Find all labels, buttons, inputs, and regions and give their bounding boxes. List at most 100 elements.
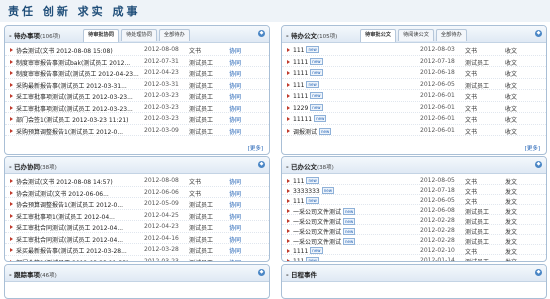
followup-panel: - 跟踪事项(46项) ◆ [4, 264, 270, 299]
item-title[interactable]: 采工审批事项测试(测试员工 2012-03-23... [16, 104, 133, 113]
list-item[interactable]: 采工审批事项测试(测试员工 2012-03-23... 2012-03-23 测试员… [5, 102, 269, 113]
list-item[interactable]: 协会预算调整报告1(测试员工 2012-0... 2012-05-09 测试员工 协同 [5, 198, 269, 210]
item-type[interactable]: 协同 [229, 115, 241, 124]
item-type[interactable]: 协同 [229, 189, 241, 198]
list-item[interactable]: 采工审批事项1(测试员工 2012-04... 2012-04-25 测试员工 协同 [5, 210, 269, 221]
item-title[interactable]: 1111 new [293, 92, 323, 100]
list-item[interactable]: 部门会签1(测试员工 2012-03-23 11:21) 2012-03-23 测试… [5, 113, 269, 125]
list-item[interactable]: 1111 new 2012-02-10 文书 发文 [282, 245, 546, 256]
new-badge-icon: new [310, 247, 323, 254]
item-date: 2012-02-28 [420, 217, 455, 224]
list-item[interactable]: 调报测试 new 2012-06-01 文书 收文 [282, 125, 546, 136]
item-title[interactable]: 部门会签1(测试员工 2012-03-23 11:33) [16, 258, 128, 262]
tab-pending-approval-docs[interactable]: 待审批公文 [360, 29, 396, 42]
list-item[interactable]: 采购预算调整报告1(测试员工 2012-0... 2012-03-09 测试员工 协同 [5, 125, 269, 136]
item-type[interactable]: 协同 [229, 258, 241, 262]
item-date: 2012-08-05 [420, 177, 455, 184]
bullet-icon [10, 94, 13, 98]
list-item[interactable]: 制度审审报告事测试(测试员工 2012-04-23... 2012-04-23 测试… [5, 67, 269, 79]
item-title[interactable]: 调报测试 new [293, 127, 332, 136]
list-item[interactable]: 采工审批合同测试(测试员工 2012-04... 2012-04-16 测试员工 协同 [5, 233, 269, 244]
panel-header: - 日程事件 ◆ [282, 265, 546, 282]
collapse-icon[interactable]: ◆ [535, 30, 542, 37]
item-title[interactable]: 制度审审报告事测试bak(测试员工 2012... [16, 58, 130, 67]
item-type[interactable]: 协同 [229, 81, 241, 90]
item-title[interactable]: 111 new [293, 197, 319, 205]
item-title[interactable]: 采工审批合同测试(测试员工 2012-04... [16, 223, 123, 232]
item-type[interactable]: 协同 [229, 212, 241, 221]
item-title[interactable]: 采购最新报告事(测试员工 2012-03-31... [16, 81, 127, 90]
item-title[interactable]: 协会测试测试(文书 2012-06-06... [16, 189, 109, 198]
list-item[interactable]: 1229 new 2012-06-01 文书 收文 [282, 102, 546, 113]
list-item[interactable]: 一采公司文件测试 new 2012-02-28 测试员工 发文 [282, 235, 546, 246]
item-title[interactable]: 采工审批事项测试(测试员工 2012-03-23... [16, 92, 133, 101]
list-item[interactable]: 1111 new 2012-06-01 文书 收文 [282, 90, 546, 102]
tab-pending-read-docs[interactable]: 待阅读公文 [397, 29, 434, 41]
tab-pending-process[interactable]: 待处理协同 [120, 29, 157, 41]
more-link[interactable]: [更多] [248, 144, 263, 152]
list-item[interactable]: 1111 new 2012-07-18 测试员工 收文 [282, 56, 546, 67]
list-item[interactable]: 3333333 new 2012-07-18 文书 发文 [282, 185, 546, 196]
item-type[interactable]: 协同 [229, 46, 241, 55]
collapse-icon[interactable]: ◆ [258, 30, 265, 37]
list-item[interactable]: 协会测试测试(文书 2012-06-06... 2012-06-06 文书 协同 [5, 187, 269, 198]
item-title[interactable]: 制度审审报告事测试(测试员工 2012-04-23... [16, 69, 139, 78]
collapse-icon[interactable]: ◆ [258, 269, 265, 276]
collapse-icon[interactable]: ◆ [258, 161, 265, 168]
item-type[interactable]: 协同 [229, 200, 241, 209]
list-item[interactable]: 一采公司文件测试 new 2012-02-28 测试员工 发文 [282, 225, 546, 236]
item-title[interactable]: 111 new [293, 257, 319, 261]
list-item[interactable]: 111new 2012-01-14 测试员工 发文 [282, 255, 546, 261]
collapse-icon[interactable]: ◆ [535, 161, 542, 168]
list-item[interactable]: 制度审审报告事测试bak(测试员工 2012... 2012-07-31 测试员工 协… [5, 56, 269, 67]
list-item[interactable]: 11111 new 2012-06-01 文书 收文 [282, 113, 546, 125]
new-badge-icon: new [306, 80, 319, 88]
list-item[interactable]: 111 new 2012-08-05 文书 发文 [282, 175, 546, 186]
list-item[interactable]: 采买最新报告事(测试员工 2012-03-28... 2012-03-28 测试员工… [5, 244, 269, 256]
list-item[interactable]: 部门会签1(测试员工 2012-03-23 11:33) 2012-03-23 测试… [5, 256, 269, 262]
list-item[interactable]: 111 new 2012-06-05 文书 发文 [282, 195, 546, 206]
item-type[interactable]: 协同 [229, 246, 241, 255]
tab-all-todo[interactable]: 全部待办 [158, 29, 190, 41]
item-type[interactable]: 协同 [229, 69, 241, 78]
item-title[interactable]: 部门会签1(测试员工 2012-03-23 11:21) [16, 115, 128, 124]
list-item[interactable]: 111 new 2012-06-05 测试员工 收文 [282, 79, 546, 90]
tab-all-todo-docs[interactable]: 全部待办 [435, 29, 467, 41]
item-title[interactable]: 111 new [293, 177, 319, 185]
item-title[interactable]: 1111 new [293, 69, 323, 77]
collapse-icon[interactable]: ◆ [535, 269, 542, 276]
item-title[interactable]: 1111 new [293, 57, 323, 66]
item-title[interactable]: 1111 new [293, 247, 323, 255]
item-type[interactable]: 协同 [229, 127, 241, 136]
item-type[interactable]: 协同 [229, 58, 241, 67]
item-title[interactable]: 采买最新报告事(测试员工 2012-03-28... [16, 246, 127, 255]
list-item[interactable]: 采工审批合同测试(测试员工 2012-04... 2012-04-23 测试员工 协同 [5, 221, 269, 233]
list-item[interactable]: 协会测试(文书 2012-08-08 15:08) 2012-08-08 文书 协同 [5, 44, 269, 56]
list-item[interactable]: 一采公司文件测试 new 2012-02-28 测试员工 发文 [282, 215, 546, 226]
item-type[interactable]: 协同 [229, 177, 241, 186]
list-item[interactable]: 111 new 2012-08-03 文书 收文 [282, 44, 546, 56]
item-type[interactable]: 协同 [229, 235, 241, 244]
list-item[interactable]: 1111 new 2012-06-18 文书 收文 [282, 67, 546, 79]
list-item[interactable]: 一采公司文件测试 new 2012-06-08 测试员工 发文 [282, 205, 546, 216]
item-title[interactable]: 协会测试(文书 2012-08-08 15:08) [16, 46, 113, 55]
item-title[interactable]: 1229 new [293, 103, 323, 112]
list-item[interactable]: 协会测试(文书 2012-08-08 14:57) 2012-08-08 文书 协同 [5, 175, 269, 187]
item-type[interactable]: 协同 [229, 92, 241, 101]
item-title[interactable]: 111 new [293, 46, 319, 54]
more-link[interactable]: [更多] [525, 144, 540, 152]
item-title[interactable]: 协会测试(文书 2012-08-08 14:57) [16, 177, 113, 186]
item-title[interactable]: 采工审批合同测试(测试员工 2012-04... [16, 235, 123, 244]
tab-pending-approval[interactable]: 待审批协同 [83, 29, 119, 42]
item-title[interactable]: 采工审批事项1(测试员工 2012-04... [16, 212, 115, 221]
list-item[interactable]: 采工审批事项测试(测试员工 2012-03-23... 2012-03-23 测试员… [5, 90, 269, 102]
item-type[interactable]: 协同 [229, 104, 241, 113]
item-title[interactable]: 111 new [293, 80, 319, 89]
item-sender: 测试员工 [465, 82, 490, 90]
list-item[interactable]: 采购最新报告事(测试员工 2012-03-31... 2012-03-31 测试员工… [5, 79, 269, 90]
item-type[interactable]: 协同 [229, 223, 241, 232]
item-title[interactable]: 协会预算调整报告1(测试员工 2012-0... [16, 200, 123, 209]
item-title[interactable]: 11111 new [293, 115, 327, 123]
item-title[interactable]: 3333333 new [293, 187, 335, 195]
item-title[interactable]: 采购预算调整报告1(测试员工 2012-0... [16, 127, 123, 136]
